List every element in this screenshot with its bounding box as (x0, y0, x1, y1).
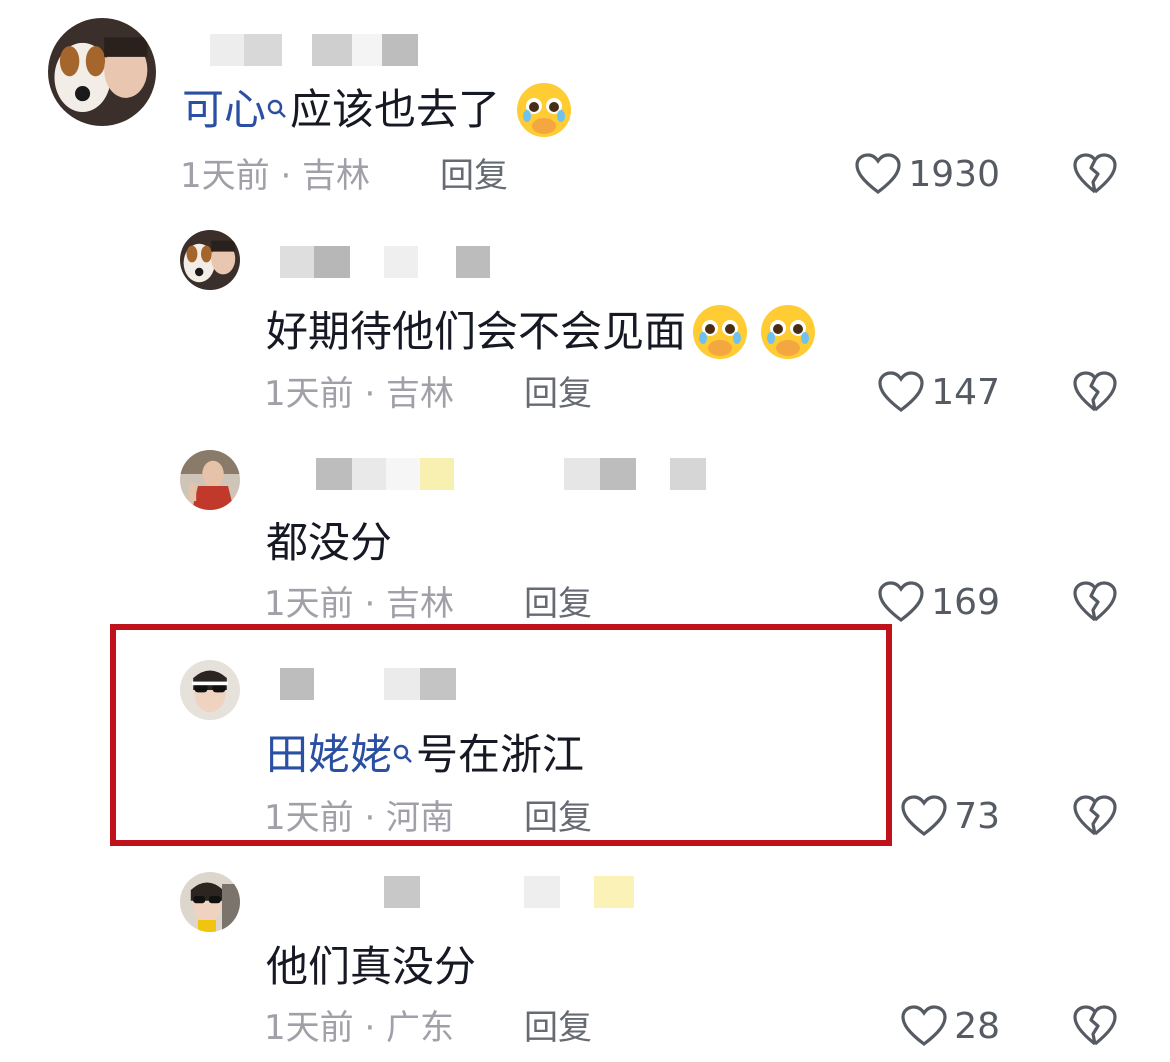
dislike-button[interactable] (1072, 794, 1118, 838)
like-button[interactable]: 1930 (854, 152, 1000, 196)
blurred-username[interactable] (210, 34, 418, 66)
pleading-face-emoji (758, 302, 818, 362)
like-count: 1930 (908, 153, 1000, 195)
dislike-button[interactable] (1072, 1004, 1118, 1048)
timestamp-location: 1天前 · 吉林 (180, 156, 371, 196)
broken-heart-icon (1073, 795, 1117, 836)
like-button[interactable]: 28 (900, 1004, 1000, 1048)
avatar[interactable] (180, 230, 240, 290)
heart-outline-icon (878, 371, 924, 413)
like-button[interactable]: 147 (877, 370, 1000, 414)
reply-button[interactable]: 回复 (440, 156, 508, 196)
timestamp-location: 1天前 · 吉林 (264, 584, 455, 624)
like-button[interactable]: 169 (877, 580, 1000, 624)
dislike-button[interactable] (1072, 152, 1118, 196)
comment-text: 可心 应该也去了 (182, 80, 574, 140)
blurred-username[interactable] (280, 458, 706, 490)
pleading-face-emoji (514, 80, 574, 140)
like-count: 169 (931, 581, 1000, 623)
reply-button[interactable]: 回复 (524, 1008, 592, 1048)
comment-text: 都没分 (266, 518, 393, 567)
like-count: 73 (954, 795, 1000, 837)
mention-link[interactable]: 可心 (182, 85, 266, 135)
blurred-username[interactable] (280, 246, 490, 278)
avatar[interactable] (48, 18, 156, 126)
timestamp-location: 1天前 · 广东 (264, 1008, 455, 1048)
broken-heart-icon (1073, 581, 1117, 622)
heart-outline-icon (855, 153, 901, 195)
comment-text: 他们真没分 (266, 942, 477, 991)
like-button[interactable]: 73 (900, 794, 1000, 838)
heart-outline-icon (901, 1005, 947, 1047)
dislike-button[interactable] (1072, 370, 1118, 414)
reply-button[interactable]: 回复 (524, 374, 592, 414)
dislike-button[interactable] (1072, 580, 1118, 624)
broken-heart-icon (1073, 1005, 1117, 1046)
blurred-username[interactable] (280, 876, 634, 908)
search-icon (266, 93, 288, 127)
timestamp-location: 1天前 · 吉林 (264, 374, 455, 414)
reply-button[interactable]: 回复 (524, 584, 592, 624)
broken-heart-icon (1073, 371, 1117, 412)
like-count: 147 (931, 371, 1000, 413)
avatar[interactable] (180, 450, 240, 510)
avatar[interactable] (180, 872, 240, 932)
heart-outline-icon (901, 795, 947, 837)
pleading-face-emoji (690, 302, 750, 362)
comment-text: 好期待他们会不会见面 (266, 302, 818, 362)
broken-heart-icon (1073, 153, 1117, 194)
like-count: 28 (954, 1005, 1000, 1047)
heart-outline-icon (878, 581, 924, 623)
highlight-box (110, 624, 892, 846)
